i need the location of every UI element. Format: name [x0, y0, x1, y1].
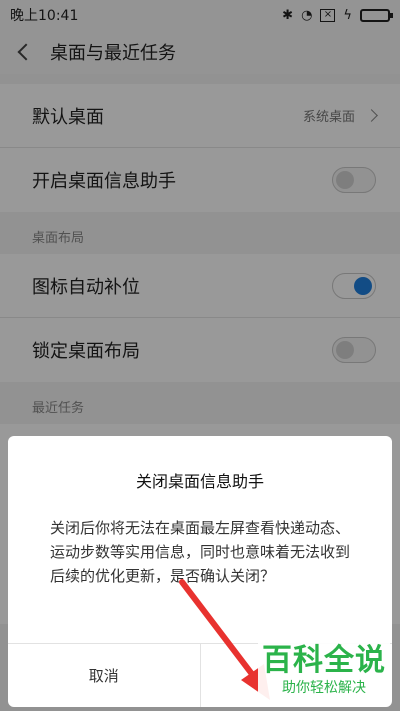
- watermark-sub-text: 助你轻松解决: [282, 680, 366, 696]
- watermark-logo: 百科全说 助你轻松解决: [258, 641, 390, 703]
- dialog-message: 关闭后你将无法在桌面最左屏查看快递动态、运动步数等实用信息，同时也意味着无法收到…: [50, 519, 351, 585]
- watermark-main-text: 百科全说: [262, 643, 386, 678]
- dialog-title: 关闭桌面信息助手: [135, 472, 264, 491]
- cancel-button[interactable]: 取消: [8, 644, 200, 707]
